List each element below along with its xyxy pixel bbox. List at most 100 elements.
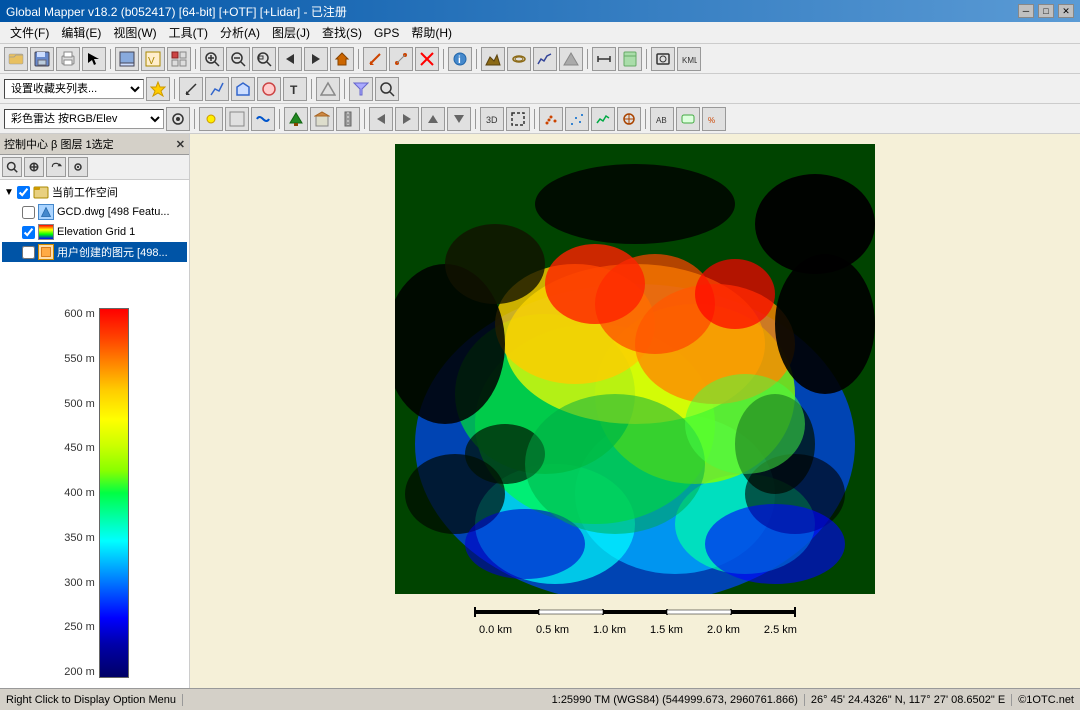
maximize-button[interactable]: □	[1038, 4, 1054, 18]
status-bar: Right Click to Display Option Menu 1:259…	[0, 688, 1080, 710]
tb-measure-button[interactable]	[592, 47, 616, 71]
menu-search[interactable]: 查找(S)	[316, 22, 368, 43]
layer-gcd-checkbox[interactable]	[22, 206, 35, 219]
tb-separator-16	[645, 109, 646, 129]
main-area: 控制中心 β 图层 1选定 ✕ ▼	[0, 134, 1080, 688]
tb-misc2-button[interactable]	[676, 107, 700, 131]
tb-lidar1-button[interactable]	[539, 107, 563, 131]
menu-analysis[interactable]: 分析(A)	[214, 22, 266, 43]
tb-lidar3-button[interactable]	[591, 107, 615, 131]
tb-lidar2-button[interactable]	[565, 107, 589, 131]
tb-circle-button[interactable]	[257, 77, 281, 101]
layer-user-label: 用户创建的图元 [498...	[57, 244, 168, 260]
tb-print-button[interactable]	[56, 47, 80, 71]
tb-building-button[interactable]	[310, 107, 334, 131]
tb-water-button[interactable]	[251, 107, 275, 131]
tb-misc3-button[interactable]: %	[702, 107, 726, 131]
scale-2.5: 2.5 km	[764, 624, 797, 636]
panel-tb-zoom-button[interactable]	[24, 157, 44, 177]
tb-separator-1	[110, 49, 111, 69]
layer-gcd-label: GCD.dwg [498 Featu...	[57, 206, 170, 218]
tb-triangle-button[interactable]	[316, 77, 340, 101]
minimize-button[interactable]: ─	[1018, 4, 1034, 18]
tb-road-button[interactable]	[336, 107, 360, 131]
tb-node-button[interactable]	[389, 47, 413, 71]
map-canvas[interactable]	[395, 144, 875, 594]
tb-delete-button[interactable]	[415, 47, 439, 71]
layer-elevation-checkbox[interactable]	[22, 226, 35, 239]
tb-calc-button[interactable]	[618, 47, 642, 71]
favorites-combo[interactable]: 设置收藏夹列表...	[4, 79, 144, 99]
status-projection: 1:25990 TM (WGS84) (544999.673, 2960761.…	[546, 694, 805, 706]
close-button[interactable]: ✕	[1058, 4, 1074, 18]
tb-export-button[interactable]	[115, 47, 139, 71]
tb-save-button[interactable]	[30, 47, 54, 71]
toolbar-row-3: 彩色雷达 按RGB/Elev 3D	[0, 104, 1080, 134]
tb-veg-button[interactable]	[284, 107, 308, 131]
menu-tools[interactable]: 工具(T)	[163, 22, 214, 43]
tb-home-button[interactable]	[330, 47, 354, 71]
tb-pan-right-button[interactable]	[304, 47, 328, 71]
label-250m: 250 m	[64, 621, 95, 633]
menu-edit[interactable]: 编辑(E)	[55, 22, 107, 43]
layer-user-checkbox[interactable]	[22, 246, 35, 259]
tb-zoom-in-button[interactable]	[200, 47, 224, 71]
tb-screenshot-button[interactable]	[651, 47, 675, 71]
tb-shader-button[interactable]	[225, 107, 249, 131]
tb-arrow-up-button[interactable]	[421, 107, 445, 131]
menu-layers[interactable]: 图层(J)	[266, 22, 316, 43]
tb-pan-left-button[interactable]	[278, 47, 302, 71]
workspace-checkbox[interactable]	[17, 186, 30, 199]
tb-colorscheme-settings-button[interactable]	[166, 107, 190, 131]
tb-shade-button[interactable]	[559, 47, 583, 71]
menu-gps[interactable]: GPS	[368, 24, 405, 42]
tb-open-button[interactable]	[4, 47, 28, 71]
label-450m: 450 m	[64, 442, 95, 454]
tb-light-button[interactable]	[199, 107, 223, 131]
panel-close-button[interactable]: ✕	[176, 138, 185, 151]
tb-pen-button[interactable]	[179, 77, 203, 101]
status-left-text: Right Click to Display Option Menu	[6, 694, 176, 706]
panel-tb-search-button[interactable]	[2, 157, 22, 177]
tb-arrow-down-button[interactable]	[447, 107, 471, 131]
tb-contour-button[interactable]	[507, 47, 531, 71]
status-projection-text: 1:25990 TM (WGS84) (544999.673, 2960761.…	[552, 694, 798, 706]
layer-item-elevation[interactable]: Elevation Grid 1	[2, 222, 187, 242]
tb-cursor-button[interactable]	[82, 47, 106, 71]
menu-file[interactable]: 文件(F)	[4, 22, 55, 43]
tb-draw-button[interactable]	[363, 47, 387, 71]
menu-help[interactable]: 帮助(H)	[405, 22, 458, 43]
tb-arrow-left-button[interactable]	[369, 107, 393, 131]
tb-area-button[interactable]	[231, 77, 255, 101]
tb-terrain-button[interactable]	[481, 47, 505, 71]
layer-item-gcd[interactable]: GCD.dwg [498 Featu...	[2, 202, 187, 222]
tb-more2-button[interactable]	[506, 107, 530, 131]
tree-workspace[interactable]: ▼ 当前工作空间	[2, 182, 187, 202]
colorscheme-combo[interactable]: 彩色雷达 按RGB/Elev	[4, 109, 164, 129]
tb-zoom-rect-button[interactable]	[252, 47, 276, 71]
menu-view[interactable]: 视图(W)	[107, 22, 162, 43]
tb-vector-button[interactable]: V	[141, 47, 165, 71]
tb-lidar4-button[interactable]	[617, 107, 641, 131]
tb-misc1-button[interactable]: AB	[650, 107, 674, 131]
tb-more1-button[interactable]: 3D	[480, 107, 504, 131]
tb-grid-button[interactable]	[167, 47, 191, 71]
tb-html-button[interactable]: KML	[677, 47, 701, 71]
tb-fav-star-button[interactable]	[146, 77, 170, 101]
scale-0: 0.0 km	[479, 624, 512, 636]
tb-profile-button[interactable]	[533, 47, 557, 71]
tb-search2-button[interactable]	[375, 77, 399, 101]
tb-info-button[interactable]: i	[448, 47, 472, 71]
tb-arrow-right-button[interactable]	[395, 107, 419, 131]
map-area[interactable]: 0.0 km 0.5 km 1.0 km 1.5 km 2.0 km 2.5 k…	[190, 134, 1080, 688]
panel-tb-reload-button[interactable]	[46, 157, 66, 177]
tb-line-button[interactable]	[205, 77, 229, 101]
workspace-expand-icon[interactable]: ▼	[4, 187, 14, 198]
svg-text:T: T	[290, 83, 298, 97]
tb-zoom-out-button[interactable]	[226, 47, 250, 71]
scale-ruler-svg	[455, 602, 815, 622]
layer-item-user[interactable]: 用户创建的图元 [498...	[2, 242, 187, 262]
panel-tb-settings-button[interactable]	[68, 157, 88, 177]
tb-text-button[interactable]: T	[283, 77, 307, 101]
tb-filter-button[interactable]	[349, 77, 373, 101]
